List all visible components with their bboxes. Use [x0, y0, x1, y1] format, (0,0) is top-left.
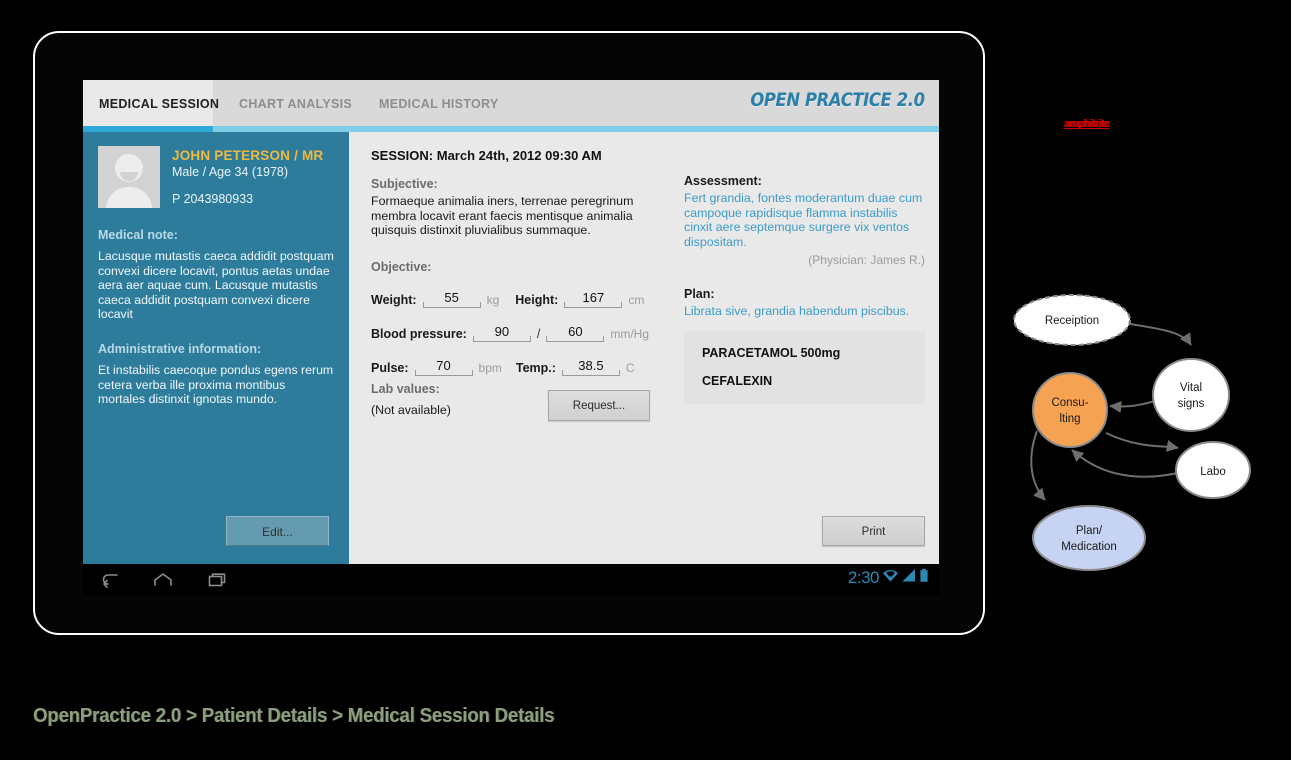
subjective-label: Subjective:	[371, 177, 438, 191]
node-label-plan-medication-2: Medication	[1061, 541, 1117, 553]
patient-sidebar: JOHN PETERSON / MR Male / Age 34 (1978) …	[83, 132, 349, 564]
request-button[interactable]: Request...	[548, 390, 650, 421]
pulse-unit: bpm	[478, 360, 502, 375]
recents-icon[interactable]	[207, 571, 227, 589]
android-navbar: 2:30	[83, 564, 939, 596]
patient-name: JOHN PETERSON / MR	[172, 148, 324, 163]
pulse-input[interactable]: 70	[414, 358, 473, 376]
weight-input[interactable]: 55	[422, 290, 481, 308]
node-label-consulting-2: lting	[1059, 413, 1080, 425]
avatar	[98, 146, 160, 208]
patient-demographics: Male / Age 34 (1978)	[172, 165, 289, 179]
objective-label: Objective:	[371, 259, 432, 274]
assessment-heading: Assessment:	[684, 174, 762, 188]
watermark-text: amphitrite	[1064, 118, 1110, 130]
blood-pressure-label: Blood pressure:	[371, 326, 467, 341]
session-title: SESSION: March 24th, 2012 09:30 AM	[371, 148, 602, 163]
patient-identity: JOHN PETERSON / MR Male / Age 34 (1978) …	[98, 146, 335, 208]
bp-separator: /	[536, 326, 541, 341]
patient-id: P 2043980933	[172, 192, 254, 206]
tab-bar: MEDICAL SESSION CHART ANALYSIS MEDICAL H…	[83, 80, 939, 126]
workflow-node-consulting: Consu- lting	[1032, 372, 1108, 448]
back-icon[interactable]	[101, 571, 121, 589]
administrative-info-heading: Administrative information:	[98, 341, 262, 356]
patient-identity-text: JOHN PETERSON / MR Male / Age 34 (1978) …	[172, 146, 323, 208]
bp-diastolic-input[interactable]: 60	[546, 324, 605, 342]
app-logo: OPEN PRACTICE 2.0	[750, 89, 926, 111]
node-label-labo: Labo	[1200, 466, 1226, 478]
node-label-consulting-1: Consu-	[1051, 397, 1088, 409]
height-unit: cm	[628, 292, 645, 307]
home-icon[interactable]	[153, 571, 173, 589]
signal-icon	[902, 568, 916, 588]
node-label-vital-signs-1: Vital	[1180, 382, 1202, 394]
subjective-text: Formaeque animalia iners, terrenae pereg…	[371, 194, 634, 238]
tab-medical-history[interactable]: MEDICAL HISTORY	[363, 80, 515, 126]
status-tray: 2:30	[848, 568, 929, 588]
temperature-label: Temp.:	[515, 360, 556, 375]
plan-heading: Plan:	[684, 287, 715, 302]
breadcrumb: OpenPractice 2.0 > Patient Details > Med…	[33, 705, 555, 727]
medical-note-heading: Medical note:	[98, 228, 178, 242]
vitals-row-blood-pressure: Blood pressure: 90 / 60 mm/Hg	[371, 324, 661, 342]
session-column: SESSION: March 24th, 2012 09:30 AM Subje…	[349, 132, 669, 564]
lab-values-block: Lab values: (Not available) Request...	[371, 382, 661, 421]
height-label: Height:	[515, 292, 559, 307]
tab-medical-session[interactable]: MEDICAL SESSION	[83, 80, 219, 126]
temperature-input[interactable]: 38.5	[561, 358, 620, 376]
height-input[interactable]: 167	[564, 290, 623, 308]
assessment-column: Assessment: Fert grandia, fontes moderan…	[679, 132, 939, 564]
weight-unit: kg	[486, 292, 500, 307]
pulse-label: Pulse:	[371, 360, 409, 375]
temperature-unit: C	[625, 360, 635, 375]
vitals-row-pulse-temp: Pulse: 70 bpm Temp.: 38.5 C	[371, 358, 661, 376]
workflow-node-labo: Labo	[1175, 441, 1251, 499]
tab-chart-analysis[interactable]: CHART ANALYSIS	[223, 80, 368, 126]
medication-box: PARACETAMOL 500mg CEFALEXIN	[684, 330, 925, 404]
physician-credit: (Physician: James R.)	[808, 253, 925, 268]
status-clock: 2:30	[847, 568, 880, 587]
battery-icon	[919, 568, 929, 588]
print-button[interactable]: Print	[822, 516, 925, 546]
workflow-node-plan-medication: Plan/ Medication	[1032, 505, 1146, 571]
medication-item: CEFALEXIN	[702, 373, 773, 388]
node-label-reception: Receiption	[1045, 315, 1099, 327]
node-label-vital-signs-2: signs	[1178, 398, 1205, 410]
workflow-diagram: Receiption Vital signs Consu- lting Labo…	[1010, 285, 1291, 585]
bp-unit: mm/Hg	[610, 326, 650, 341]
plan-text: Librata sive, grandia habendum piscibus.	[684, 304, 910, 319]
wifi-icon	[882, 568, 899, 588]
avatar-body-icon	[106, 187, 152, 208]
weight-label: Weight:	[371, 292, 417, 307]
tablet-device: MEDICAL SESSION CHART ANALYSIS MEDICAL H…	[33, 31, 985, 635]
tablet-screen: MEDICAL SESSION CHART ANALYSIS MEDICAL H…	[83, 80, 939, 596]
workflow-node-vital-signs: Vital signs	[1152, 358, 1230, 432]
vitals-row-weight-height: Weight: 55 kg Height: 167 cm	[371, 290, 661, 308]
content-area: JOHN PETERSON / MR Male / Age 34 (1978) …	[83, 132, 939, 564]
administrative-info-text: Et instabilis caecoque pondus egens reru…	[98, 362, 334, 407]
medication-item: PARACETAMOL 500mg	[702, 345, 841, 360]
workflow-node-reception: Receiption	[1013, 294, 1131, 346]
medical-note-text: Lacusque mutastis caeca addidit postquam…	[98, 249, 334, 322]
edit-button[interactable]: Edit...	[226, 516, 329, 546]
node-label-plan-medication-1: Plan/	[1076, 525, 1103, 537]
assessment-text: Fert grandia, fontes moderantum duae cum…	[684, 191, 923, 249]
bp-systolic-input[interactable]: 90	[472, 324, 531, 342]
